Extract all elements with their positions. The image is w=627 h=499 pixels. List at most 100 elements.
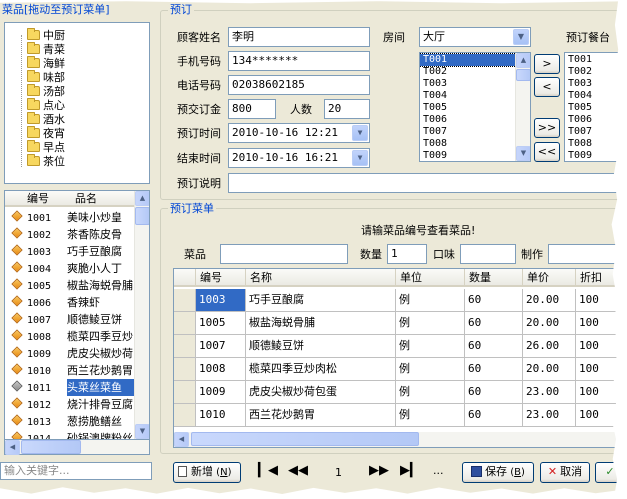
tree-item-category[interactable]: 汤部 <box>27 84 65 99</box>
row-header[interactable] <box>174 358 196 381</box>
tel-field[interactable]: 02038602185 <box>228 75 370 95</box>
tree-item-category[interactable]: 茶位 <box>27 154 65 169</box>
dish-row[interactable]: 1008 榄菜四季豆炒 <box>8 328 141 345</box>
menu-col-header[interactable]: 数量 <box>465 269 523 287</box>
note-field[interactable] <box>228 173 627 193</box>
dish-row[interactable]: 1013 葱捞脆鳝丝 <box>8 413 141 430</box>
menu-cell[interactable]: 23.00 <box>523 381 576 404</box>
taste-field[interactable] <box>460 244 516 264</box>
table-item[interactable]: T003 <box>420 78 530 90</box>
tree-item-category[interactable]: 点心 <box>27 98 65 113</box>
save-button[interactable]: 保存 (B) <box>462 462 534 483</box>
scroll-up-icon[interactable]: ▲ <box>516 53 530 68</box>
menu-table[interactable]: 编号 名称 单位 数量 单价 折扣 1003 巧手豆酿腐例 60 20.00 100 1005 椒盐海… <box>173 268 627 448</box>
dish-list[interactable]: 编号 品名 1001 美味小炒皇 1002 茶香陈皮骨 1003 巧手豆酿腐 1004 爽脆小… <box>4 190 150 440</box>
dish-row[interactable]: 1007 顺德鲮豆饼 <box>8 311 141 328</box>
row-header[interactable] <box>174 312 196 335</box>
menu-cell[interactable]: 60 <box>465 289 523 312</box>
menu-cell[interactable]: 1005 <box>196 312 246 335</box>
dish-list-scrollbar[interactable]: ▲ ▼ <box>134 191 149 439</box>
available-tables-list[interactable]: T001 T002 T003 T004 T005 T006 T007 T008 T009 ▲ ▼ <box>419 52 531 162</box>
scroll-down-icon[interactable]: ▼ <box>516 146 530 161</box>
menu-cell[interactable]: 1010 <box>196 404 246 427</box>
menu-cell[interactable]: 例 <box>396 358 465 381</box>
new-button[interactable]: 新增 (N) <box>173 462 241 483</box>
dish-row[interactable]: 1001 美味小炒皇 <box>8 209 141 226</box>
chevron-down-icon[interactable]: ▼ <box>513 29 529 45</box>
dish-row[interactable]: 1003 巧手豆酿腐 <box>8 243 141 260</box>
time-picker[interactable]: 2010-10-16 12:21 ▼ <box>228 123 370 143</box>
menu-cell[interactable]: 例 <box>396 381 465 404</box>
dish-row[interactable]: 1012 烧汁排骨豆腐 <box>8 396 141 413</box>
room-select[interactable]: 大厅 ▼ <box>419 27 531 47</box>
scroll-up-icon[interactable]: ▲ <box>135 191 149 206</box>
chevron-down-icon[interactable]: ▼ <box>352 125 368 141</box>
tree-item-category[interactable]: 酒水 <box>27 112 65 127</box>
menu-cell[interactable]: 西兰花炒鹅胃 <box>246 404 396 427</box>
menu-cell[interactable]: 60 <box>465 381 523 404</box>
menu-cell[interactable]: 巧手豆酿腐 <box>246 289 396 312</box>
dish-list-hscroll[interactable]: ◀ <box>4 440 150 455</box>
menu-cell[interactable]: 1003 <box>196 289 246 312</box>
menu-cell[interactable]: 23.00 <box>523 404 576 427</box>
row-header[interactable] <box>174 289 196 312</box>
chevron-down-icon[interactable]: ▼ <box>352 150 368 166</box>
menu-cell[interactable]: 20.00 <box>523 312 576 335</box>
category-tree[interactable]: 中厨 青菜 海鲜 味部 汤部 点心 酒水 夜宵 早点 茶位 <box>4 22 150 184</box>
next-page-icon[interactable]: ▶▶ <box>367 462 391 482</box>
add-table-button[interactable]: > <box>534 54 560 74</box>
menu-cell[interactable]: 1009 <box>196 381 246 404</box>
menu-col-header[interactable]: 编号 <box>196 269 246 287</box>
cancel-button[interactable]: ✕ 取消 <box>540 462 590 483</box>
menu-cell[interactable]: 椒盐海蜕骨脯 <box>246 312 396 335</box>
menu-col-header[interactable]: 名称 <box>246 269 396 287</box>
prev-page-icon[interactable]: ◀◀ <box>286 462 310 482</box>
menu-cell[interactable]: 1007 <box>196 335 246 358</box>
row-header[interactable] <box>174 404 196 427</box>
tree-item-category[interactable]: 中厨 <box>27 28 65 43</box>
scroll-left-icon[interactable]: ◀ <box>174 432 189 447</box>
menu-cell[interactable]: 例 <box>396 312 465 335</box>
dish-row[interactable]: 1005 椒盐海蜕骨脯 <box>8 277 141 294</box>
dish-row[interactable]: 1011 头菜丝菜鱼 <box>8 379 141 396</box>
menu-cell[interactable]: 60 <box>465 312 523 335</box>
hscroll-thumb[interactable] <box>21 440 81 454</box>
hscroll-thumb[interactable] <box>191 432 419 446</box>
tree-item-category[interactable]: 夜宵 <box>27 126 65 141</box>
row-header[interactable] <box>174 381 196 404</box>
dish-row[interactable]: 1002 茶香陈皮骨 <box>8 226 141 243</box>
scroll-left-icon[interactable]: ◀ <box>5 440 20 455</box>
scroll-down-icon[interactable]: ▼ <box>135 424 149 439</box>
menu-cell[interactable]: 虎皮尖椒炒荷包蛋 <box>246 381 396 404</box>
table-item[interactable]: T004 <box>420 90 530 102</box>
menu-cell[interactable]: 1008 <box>196 358 246 381</box>
tree-item-category[interactable]: 早点 <box>27 140 65 155</box>
remove-table-button[interactable]: < <box>534 77 560 97</box>
first-page-icon[interactable]: ▎◀ <box>256 462 280 482</box>
menu-cell[interactable]: 例 <box>396 335 465 358</box>
table-item[interactable]: T009 <box>420 150 530 161</box>
people-field[interactable]: 20 <box>324 99 370 119</box>
menu-col-header[interactable]: 单位 <box>396 269 465 287</box>
tree-item-category[interactable]: 味部 <box>27 70 65 85</box>
end-picker[interactable]: 2010-10-16 16:21 ▼ <box>228 148 370 168</box>
menu-cell[interactable]: 20.00 <box>523 358 576 381</box>
row-header[interactable] <box>174 335 196 358</box>
table-item[interactable]: T001 <box>420 53 530 67</box>
phone-field[interactable]: 134******* <box>228 51 370 71</box>
menu-cell[interactable]: 榄菜四季豆炒肉松 <box>246 358 396 381</box>
table-item[interactable]: T005 <box>420 102 530 114</box>
table-item[interactable]: T008 <box>420 138 530 150</box>
tree-item-category[interactable]: 青菜 <box>27 42 65 57</box>
add-all-tables-button[interactable]: >> <box>534 118 560 138</box>
menu-cell[interactable]: 例 <box>396 289 465 312</box>
dish-row[interactable]: 1006 香辣虾 <box>8 294 141 311</box>
scroll-thumb[interactable] <box>516 69 530 81</box>
menu-col-header[interactable]: 单价 <box>523 269 576 287</box>
qty-field[interactable]: 1 <box>387 244 427 264</box>
menu-table-hscroll[interactable]: ◀ <box>174 432 627 447</box>
scroll-thumb[interactable] <box>135 207 149 225</box>
tables-scrollbar[interactable]: ▲ ▼ <box>515 53 530 161</box>
dish-row[interactable]: 1009 虎皮尖椒炒荷 <box>8 345 141 362</box>
dish-col-name[interactable]: 品名 <box>75 191 97 207</box>
